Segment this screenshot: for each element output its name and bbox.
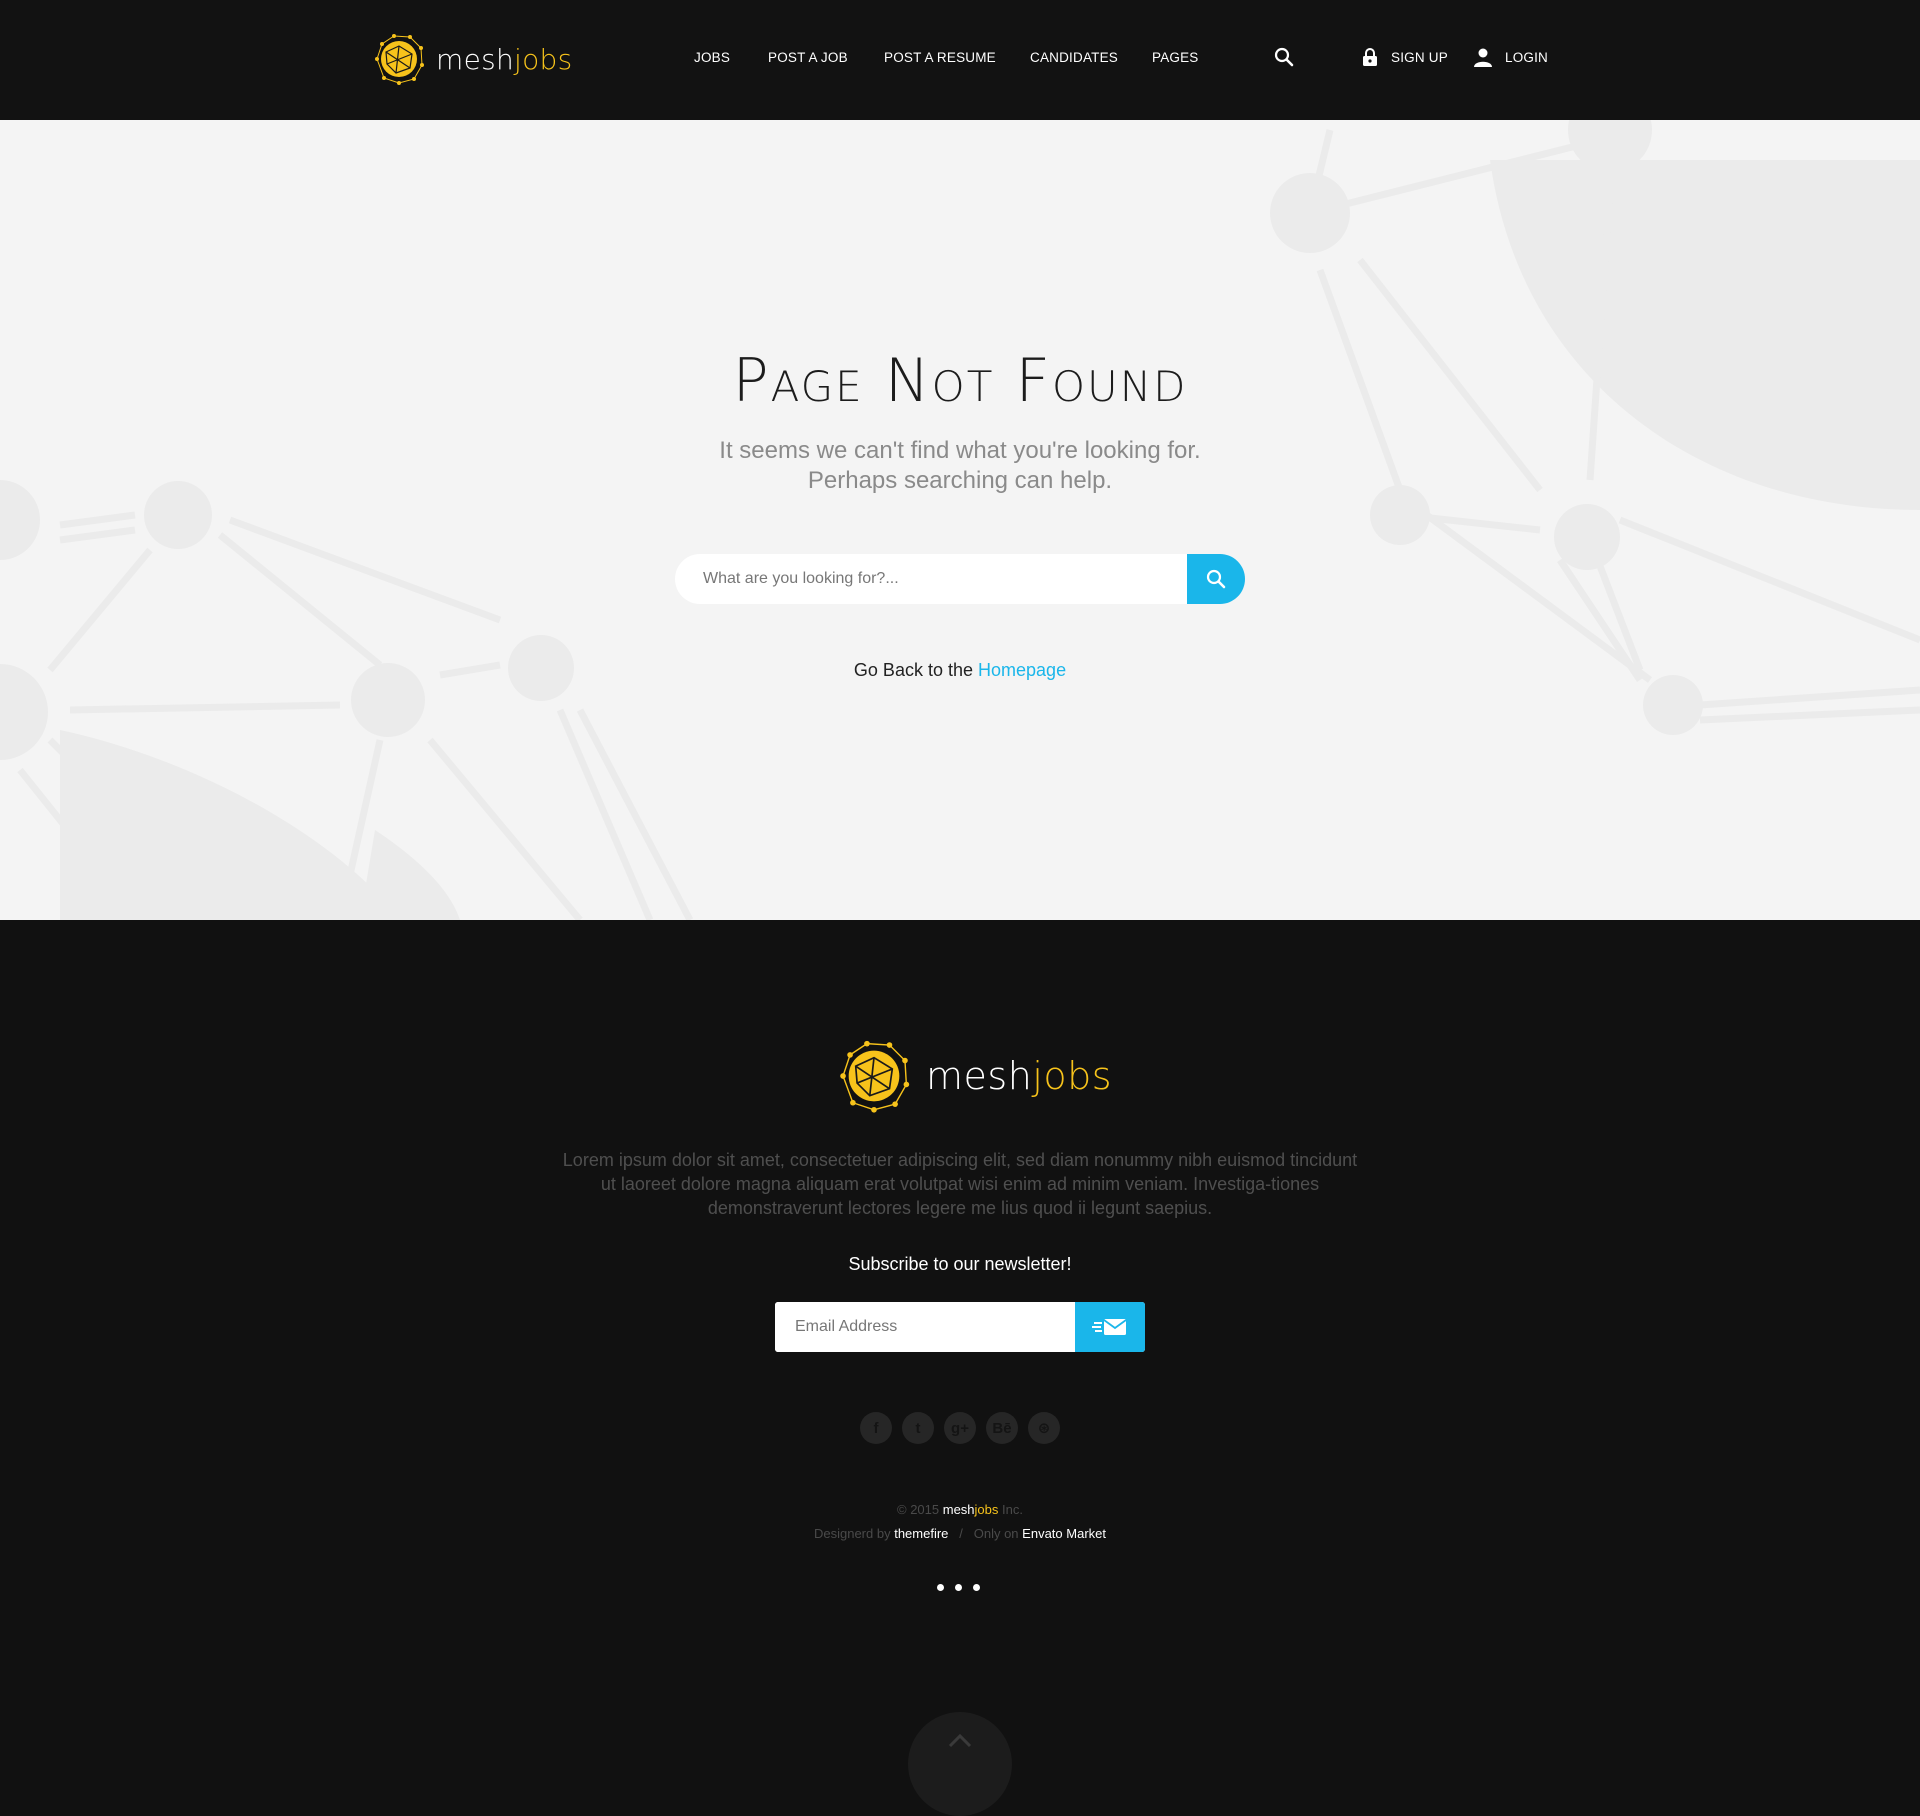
logo-wordmark: meshjobs xyxy=(436,43,573,76)
behance-icon[interactable]: Bē xyxy=(986,1412,1018,1444)
lock-icon xyxy=(1363,48,1377,66)
subtitle-line-2: Perhaps searching can help. xyxy=(807,467,1113,494)
site-footer: meshjobs Lorem ipsum dolor sit amet, con… xyxy=(0,920,1920,1816)
decorative-dots xyxy=(937,1584,980,1591)
email-field[interactable] xyxy=(775,1302,1075,1352)
footer-description: Lorem ipsum dolor sit amet, consectetuer… xyxy=(562,1150,1358,1218)
footer-logo-text-jobs: jobs xyxy=(1032,1054,1113,1098)
dot xyxy=(937,1584,944,1591)
nav-post-a-resume[interactable]: POST A RESUME xyxy=(884,50,996,65)
homepage-link[interactable]: Homepage xyxy=(978,660,1066,680)
nav-jobs[interactable]: JOBS xyxy=(694,50,730,65)
back-to-top-button[interactable] xyxy=(908,1712,1012,1816)
nav-pages[interactable]: PAGES xyxy=(1152,50,1199,65)
designer-link[interactable]: themefire xyxy=(894,1526,948,1541)
user-icon xyxy=(1474,48,1492,67)
newsletter-title: Subscribe to our newsletter! xyxy=(848,1254,1072,1274)
header-logo[interactable]: meshjobs xyxy=(372,31,573,87)
dot xyxy=(955,1584,962,1591)
footer-logo[interactable]: meshjobs xyxy=(836,1038,1112,1114)
market-link[interactable]: Envato Market xyxy=(1022,1526,1106,1541)
copyright-brand-jobs: jobs xyxy=(974,1502,999,1517)
nav-post-a-job[interactable]: POST A JOB xyxy=(768,50,848,65)
social-links: f t g+ Bē ⊛ xyxy=(860,1412,1060,1444)
dot xyxy=(973,1584,980,1591)
search-icon xyxy=(1206,569,1226,589)
credits: Designerd by themefire / Only on Envato … xyxy=(0,1526,1920,1541)
footer-logo-text-mesh: mesh xyxy=(926,1054,1033,1098)
page-title: Page Not Found xyxy=(732,346,1188,416)
logo-text-mesh: mesh xyxy=(436,42,515,76)
search-form xyxy=(675,554,1245,604)
not-found-section: Page Not Found It seems we can't find wh… xyxy=(0,120,1920,920)
signup-link[interactable]: SIGN UP xyxy=(1391,50,1448,65)
search-button[interactable] xyxy=(1187,554,1245,604)
network-background-graphic xyxy=(0,120,1920,920)
copyright: © 2015 meshjobs Inc. xyxy=(0,1502,1920,1517)
subscribe-button[interactable] xyxy=(1075,1302,1145,1352)
copyright-prefix: © 2015 xyxy=(897,1502,940,1517)
designed-by-label: Designerd by xyxy=(813,1526,891,1541)
globe-logo-icon xyxy=(375,34,424,85)
only-on-label: Only on xyxy=(973,1526,1019,1541)
google-plus-icon[interactable]: g+ xyxy=(944,1412,976,1444)
chevron-up-icon xyxy=(948,1734,972,1748)
logo-text-jobs: jobs xyxy=(514,42,573,76)
send-mail-icon xyxy=(1092,1319,1127,1335)
facebook-icon[interactable]: f xyxy=(860,1412,892,1444)
copyright-suffix: Inc. xyxy=(1002,1502,1023,1517)
dribbble-icon[interactable]: ⊛ xyxy=(1028,1412,1060,1444)
go-back-label: Go Back to the xyxy=(853,660,973,680)
login-link[interactable]: LOGIN xyxy=(1505,50,1548,65)
footer-logo-wordmark: meshjobs xyxy=(926,1054,1112,1098)
go-back-text: Go Back to the Homepage xyxy=(0,660,1920,681)
twitter-icon[interactable]: t xyxy=(902,1412,934,1444)
search-icon[interactable] xyxy=(1273,46,1295,68)
page-subtitle: It seems we can't find what you're looki… xyxy=(0,436,1920,496)
copyright-brand-mesh: mesh xyxy=(942,1502,975,1517)
credits-separator: / xyxy=(959,1526,963,1541)
search-input[interactable] xyxy=(675,554,1187,604)
subtitle-line-1: It seems we can't find what you're looki… xyxy=(719,437,1201,464)
newsletter-form xyxy=(775,1302,1145,1352)
nav-candidates[interactable]: CANDIDATES xyxy=(1030,50,1118,65)
globe-logo-icon xyxy=(840,1040,910,1113)
site-header: meshjobs JOBS POST A JOB POST A RESUME C… xyxy=(0,0,1920,120)
